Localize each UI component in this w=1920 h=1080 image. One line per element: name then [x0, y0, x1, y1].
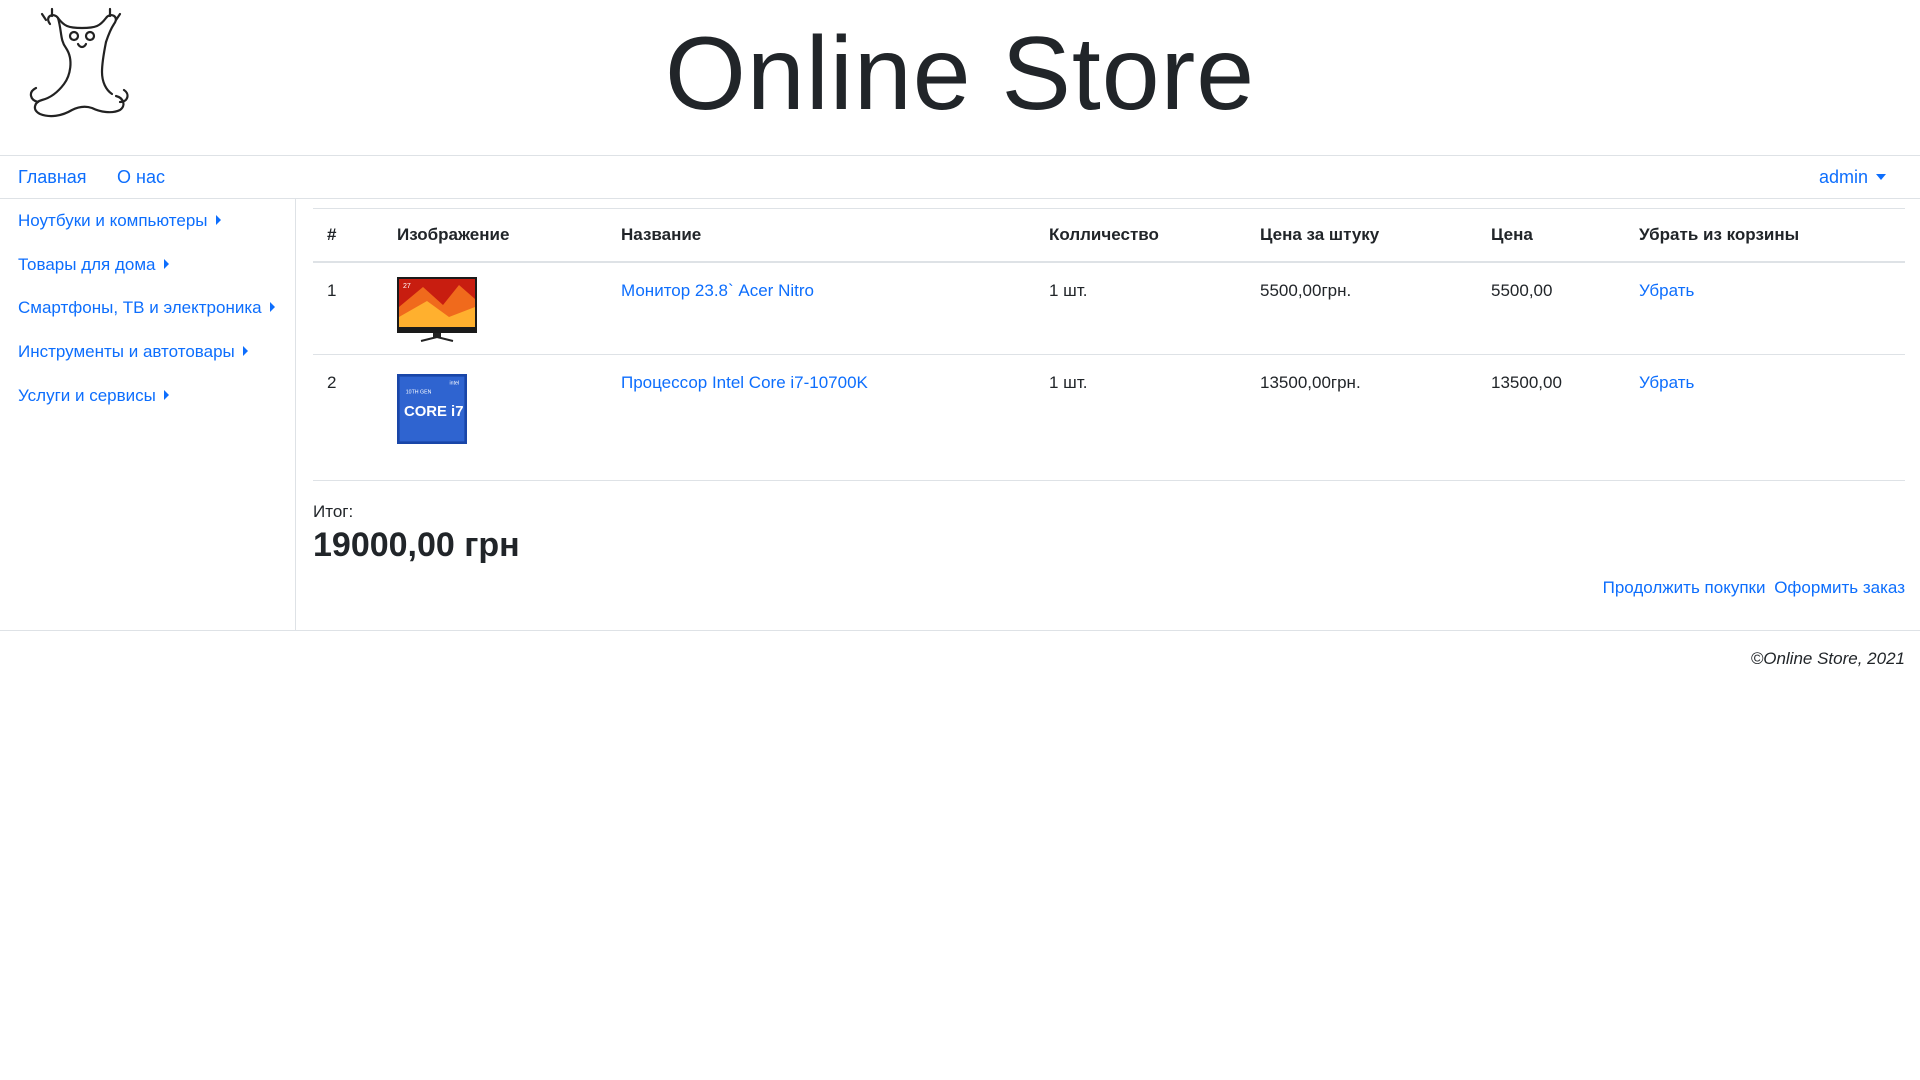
quantity-value: 1 шт.: [1035, 261, 1246, 355]
remove-item-link[interactable]: Убрать: [1639, 281, 1694, 300]
caret-right-icon: [163, 259, 169, 269]
cpu-product-image[interactable]: 10TH GEN CORE i7 intel: [397, 369, 467, 449]
copyright-text: ©Online Store, 2021: [1750, 649, 1905, 668]
cpu-brand-text: intel: [450, 381, 460, 387]
cart-actions: Продолжить покупки Оформить заказ: [1599, 578, 1905, 598]
nav-home-link[interactable]: Главная: [18, 156, 87, 198]
product-name-cell: Процессор Intel Core i7-10700K: [607, 354, 1035, 481]
caret-right-icon: [242, 346, 248, 356]
sidebar-item-electronics[interactable]: Смартфоны, ТВ и электроника: [18, 293, 275, 323]
row-number: 2: [313, 354, 383, 481]
nav-about-link[interactable]: О нас: [117, 156, 165, 198]
col-header-name: Название: [607, 208, 1035, 263]
sidebar-item-home-goods[interactable]: Товары для дома: [18, 250, 169, 280]
col-header-qty: Колличество: [1035, 208, 1246, 263]
caret-right-icon: [163, 390, 169, 400]
remove-item-link[interactable]: Убрать: [1639, 373, 1694, 392]
product-name-cell: Монитор 23.8` Acer Nitro: [607, 261, 1035, 355]
quantity-value: 1 шт.: [1035, 354, 1246, 481]
sidebar-item-label: Смартфоны, ТВ и электроника: [18, 298, 262, 317]
sidebar-item-services[interactable]: Услуги и сервисы: [18, 381, 169, 411]
table-row: 2 10TH GEN CORE i7 intel Процессор Intel…: [313, 354, 1905, 481]
remove-cell: Убрать: [1625, 354, 1905, 481]
price-value: 13500,00: [1477, 354, 1625, 481]
unit-price-value: 13500,00грн.: [1246, 354, 1477, 481]
col-header-remove: Убрать из корзины: [1625, 208, 1905, 263]
table-row: 1 27 Монитор 23.8` Acer Nitro 1 шт. 5500…: [313, 261, 1905, 355]
top-navbar: Главная О нас admin: [0, 155, 1920, 199]
sidebar-item-label: Инструменты и автотовары: [18, 342, 235, 361]
unit-price-value: 5500,00грн.: [1246, 261, 1477, 355]
user-name: admin: [1818, 167, 1868, 187]
product-image-cell: 10TH GEN CORE i7 intel: [383, 354, 607, 481]
sidebar-item-label: Ноутбуки и компьютеры: [18, 211, 208, 230]
sidebar-item-label: Товары для дома: [18, 255, 156, 274]
sidebar-item-laptops[interactable]: Ноутбуки и компьютеры: [18, 206, 221, 236]
continue-shopping-link[interactable]: Продолжить покупки: [1603, 578, 1766, 597]
site-title: Online Store: [664, 16, 1256, 132]
table-header-row: # Изображение Название Колличество Цена …: [313, 208, 1905, 263]
category-sidebar: Ноутбуки и компьютеры Товары для дома См…: [0, 199, 296, 630]
cart-content: # Изображение Название Колличество Цена …: [313, 208, 1905, 630]
checkout-link[interactable]: Оформить заказ: [1774, 578, 1905, 597]
product-name-link[interactable]: Процессор Intel Core i7-10700K: [621, 373, 868, 392]
total-value: 19000,00 грн: [313, 526, 520, 564]
row-number: 1: [313, 261, 383, 355]
col-header-unit-price: Цена за штуку: [1246, 208, 1477, 263]
product-name-link[interactable]: Монитор 23.8` Acer Nitro: [621, 281, 814, 300]
sidebar-item-tools[interactable]: Инструменты и автотовары: [18, 337, 248, 367]
site-header: Online Store: [0, 0, 1920, 155]
col-header-num: #: [313, 208, 383, 263]
monitor-image-text: 27: [403, 283, 411, 290]
col-header-image: Изображение: [383, 208, 607, 263]
cart-table: # Изображение Название Колличество Цена …: [313, 208, 1905, 481]
price-value: 5500,00: [1477, 261, 1625, 355]
total-label: Итог:: [313, 502, 354, 521]
monitor-product-image[interactable]: 27: [397, 276, 477, 343]
caret-down-icon: [1876, 174, 1886, 180]
caret-right-icon: [215, 215, 221, 225]
remove-cell: Убрать: [1625, 261, 1905, 355]
product-image-cell: 27: [383, 261, 607, 355]
cpu-image-text: CORE i7: [404, 404, 463, 420]
col-header-price: Цена: [1477, 208, 1625, 263]
sidebar-item-label: Услуги и сервисы: [18, 386, 156, 405]
caret-right-icon: [269, 302, 275, 312]
site-footer: ©Online Store, 2021: [0, 630, 1920, 690]
user-menu-toggle[interactable]: admin: [1819, 156, 1886, 198]
cpu-gen-text: 10TH GEN: [406, 389, 432, 395]
